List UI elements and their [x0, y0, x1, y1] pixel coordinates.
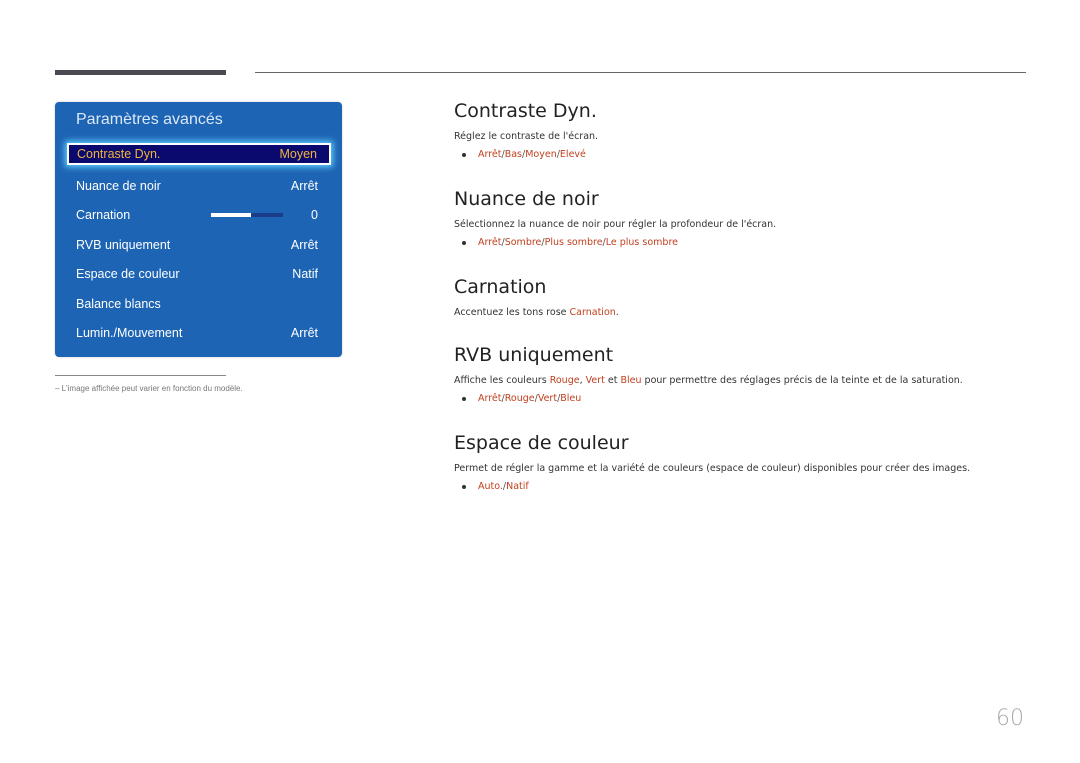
osd-item-contraste-dyn-selected[interactable]: Contraste Dyn. Moyen [67, 143, 331, 165]
desc-highlight: Carnation [569, 307, 616, 318]
footnote: – L'image affichée peut varier en foncti… [55, 384, 243, 393]
option: Le plus sombre [605, 237, 678, 248]
osd-item-value: Natif [292, 267, 318, 281]
osd-item-carnation[interactable]: Carnation 0 [76, 205, 318, 225]
osd-item-label: Carnation [76, 208, 131, 222]
osd-item-label: Contraste Dyn. [77, 147, 161, 161]
section-description: Sélectionnez la nuance de noir pour régl… [454, 219, 777, 230]
osd-item-value: Arrêt [290, 238, 318, 252]
carnation-slider[interactable] [211, 213, 283, 217]
header-rule-thick [55, 70, 226, 75]
option: Arrêt [478, 393, 502, 404]
desc-highlight: Rouge [549, 375, 580, 386]
section-description: Affiche les couleurs Rouge, Vert et Bleu… [454, 375, 963, 386]
carnation-slider-fill [211, 213, 251, 217]
bullet-icon [462, 152, 466, 157]
option-list: Arrêt / Bas / Moyen / Elevé [454, 149, 598, 160]
option: Elevé [559, 149, 586, 160]
section-carnation: Carnation Accentuez les tons rose Carnat… [454, 276, 619, 318]
option: Arrêt [478, 237, 502, 248]
desc-text: et [604, 375, 621, 386]
bullet-icon [462, 396, 466, 401]
option: Moyen [525, 149, 557, 160]
osd-item-value: 0 [311, 208, 318, 222]
option: Bleu [560, 393, 582, 404]
option: Natif [506, 481, 529, 492]
desc-text: Affiche les couleurs [454, 375, 550, 386]
osd-item-label: Balance blancs [76, 297, 161, 311]
bullet-icon [462, 484, 466, 489]
osd-item-value: Arrêt [290, 179, 318, 193]
option: Plus sombre [544, 237, 603, 248]
option-list: Arrêt / Sombre / Plus sombre / Le plus s… [454, 237, 776, 248]
osd-item-label: Lumin./Mouvement [76, 326, 183, 340]
section-title: RVB uniquement [454, 344, 614, 366]
option-list: Auto. / Natif [454, 481, 970, 492]
section-nuance-de-noir: Nuance de noir Sélectionnez la nuance de… [454, 188, 776, 248]
osd-item-value: Arrêt [290, 326, 318, 340]
option: Bas [504, 149, 523, 160]
osd-item-value: Moyen [279, 147, 317, 161]
osd-menu-title: Paramètres avancés [76, 111, 223, 128]
desc-highlight: Bleu [620, 375, 642, 386]
osd-item-label: RVB uniquement [76, 238, 171, 252]
bullet-icon [462, 240, 466, 245]
section-title: Nuance de noir [454, 188, 599, 210]
desc-text: Accentuez les tons rose [454, 307, 570, 318]
osd-item-lumin-mouvement[interactable]: Lumin./Mouvement Arrêt [76, 323, 318, 343]
section-contraste-dyn: Contraste Dyn. Réglez le contraste de l'… [454, 100, 598, 160]
section-title: Espace de couleur [454, 432, 629, 454]
osd-item-label: Espace de couleur [76, 267, 180, 281]
desc-text: pour permettre des réglages précis de la… [641, 375, 963, 386]
section-title: Contraste Dyn. [454, 100, 597, 122]
section-description: Permet de régler la gamme et la variété … [454, 463, 971, 474]
note-divider [55, 375, 226, 376]
option-list: Arrêt / Rouge / Vert / Bleu [454, 393, 963, 404]
option: Vert [537, 393, 558, 404]
option: Auto. [478, 481, 503, 492]
section-espace-de-couleur: Espace de couleur Permet de régler la ga… [454, 432, 970, 492]
section-rvb-uniquement: RVB uniquement Affiche les couleurs Roug… [454, 344, 963, 404]
osd-item-espace-de-couleur[interactable]: Espace de couleur Natif [76, 264, 318, 284]
desc-text: . [615, 307, 619, 318]
section-description: Accentuez les tons rose Carnation. [454, 307, 619, 318]
section-title: Carnation [454, 276, 547, 298]
osd-menu-panel: Paramètres avancés Contraste Dyn. Moyen … [55, 102, 342, 357]
osd-item-balance-blancs[interactable]: Balance blancs [76, 294, 318, 314]
desc-highlight: Vert [585, 375, 605, 386]
option: Arrêt [478, 149, 502, 160]
option: Rouge [504, 393, 535, 404]
section-description: Réglez le contraste de l'écran. [454, 131, 599, 142]
header-rule-thin [255, 72, 1026, 73]
page-number: 60 [996, 706, 1024, 731]
osd-item-rvb-uniquement[interactable]: RVB uniquement Arrêt [76, 235, 318, 255]
osd-item-nuance-de-noir[interactable]: Nuance de noir Arrêt [76, 176, 318, 196]
option: Sombre [504, 237, 542, 248]
osd-item-label: Nuance de noir [76, 179, 161, 193]
